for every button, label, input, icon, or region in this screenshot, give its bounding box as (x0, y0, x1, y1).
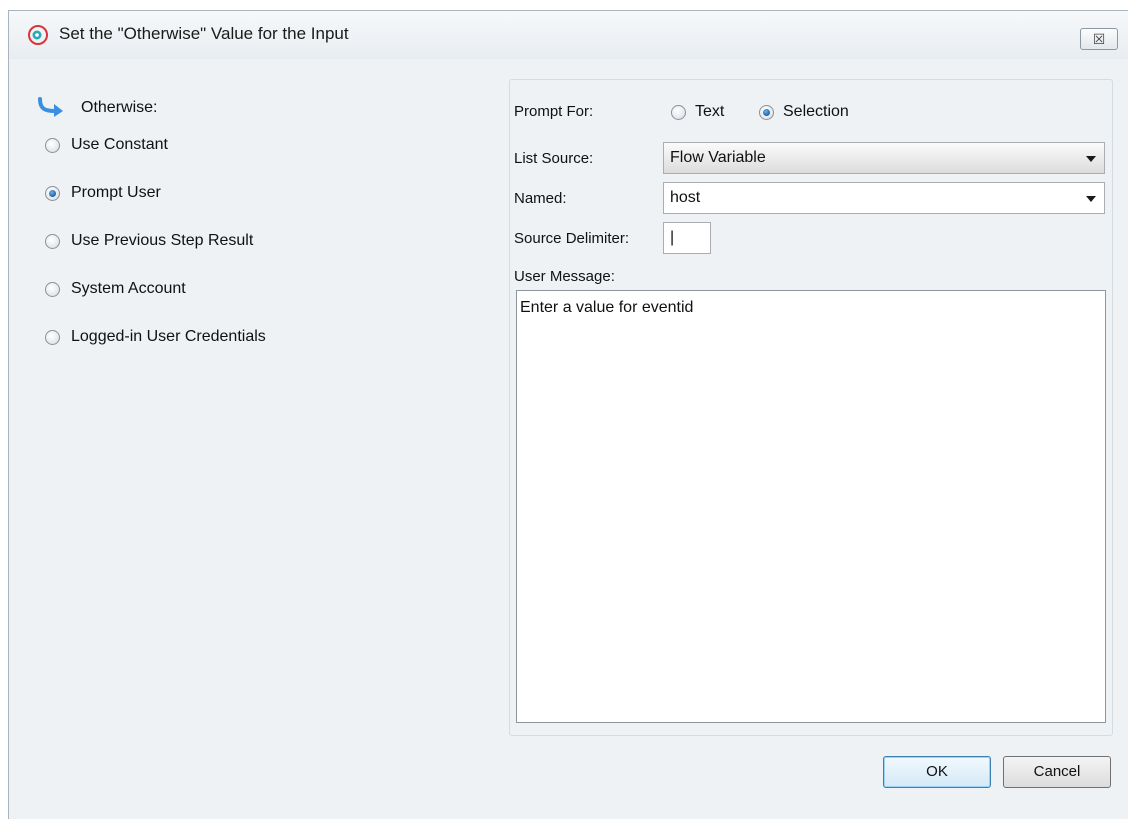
close-button[interactable]: ☒ (1080, 28, 1118, 50)
radio-use-constant[interactable] (45, 138, 60, 153)
prompt-for-label: Prompt For: (514, 103, 594, 120)
dialog-window: Set the "Otherwise" Value for the Input … (8, 10, 1128, 819)
list-source-value: Flow Variable (670, 149, 766, 166)
named-combobox[interactable]: host (663, 182, 1105, 214)
title-bar: Set the "Otherwise" Value for the Input … (9, 11, 1128, 59)
chevron-down-icon[interactable] (1086, 156, 1096, 162)
radio-system-account[interactable] (45, 282, 60, 297)
option-label: Logged-in User Credentials (71, 328, 266, 345)
radio-text[interactable] (671, 105, 686, 120)
prompt-option-label: Selection (783, 103, 849, 120)
option-label: Use Constant (71, 136, 168, 153)
radio-selection[interactable] (759, 105, 774, 120)
ok-button[interactable]: OK (883, 756, 991, 788)
named-value: host (670, 189, 701, 206)
prompt-option-label: Text (695, 103, 725, 120)
list-source-label: List Source: (514, 150, 594, 167)
window-title: Set the "Otherwise" Value for the Input (59, 24, 349, 43)
named-label: Named: (514, 190, 567, 207)
redirect-arrow-icon (38, 97, 63, 117)
source-delimiter-label: Source Delimiter: (514, 230, 630, 247)
cancel-button[interactable]: Cancel (1003, 756, 1111, 788)
prompt-settings-panel: Prompt For: Text Selection List Source: … (509, 79, 1113, 736)
list-source-dropdown[interactable]: Flow Variable (663, 142, 1105, 174)
app-logo-icon (28, 25, 48, 45)
user-message-label: User Message: (514, 268, 615, 285)
radio-logged-in-user-credentials[interactable] (45, 330, 60, 345)
source-delimiter-input[interactable]: | (663, 222, 711, 254)
radio-use-previous-step-result[interactable] (45, 234, 60, 249)
option-label: System Account (71, 280, 186, 297)
option-label: Use Previous Step Result (71, 232, 254, 249)
otherwise-label: Otherwise: (81, 99, 158, 116)
user-message-textarea[interactable]: Enter a value for eventid (516, 290, 1106, 723)
radio-prompt-user[interactable] (45, 186, 60, 201)
chevron-down-icon[interactable] (1086, 196, 1096, 202)
option-label: Prompt User (71, 184, 161, 201)
